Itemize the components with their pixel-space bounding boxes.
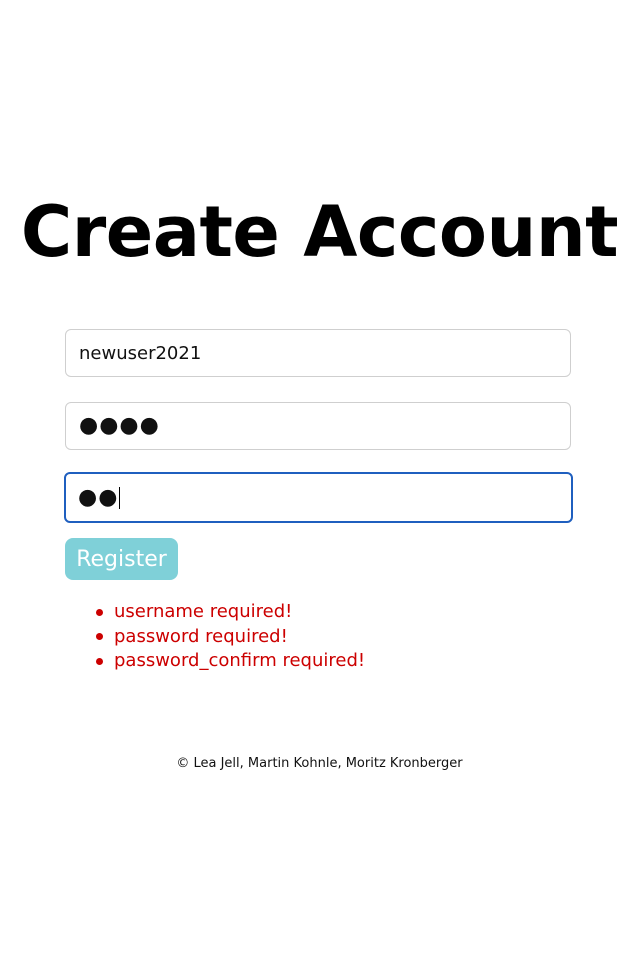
footer-credits: © Lea Jell, Martin Kohnle, Moritz Kronbe… (176, 756, 463, 771)
password-mask: ●●●● (79, 413, 160, 438)
bullet-icon (96, 608, 103, 616)
error-text: password required! (114, 625, 288, 647)
error-list: username required! password required! pa… (96, 600, 365, 674)
password-confirm-mask: ●● (78, 484, 119, 510)
error-text: username required! (114, 601, 293, 622)
error-item: password required! (96, 625, 365, 650)
error-item: password_confirm required! (96, 649, 365, 674)
username-value: newuser2021 (79, 342, 202, 364)
error-item: username required! (96, 600, 365, 625)
error-text: password_confirm required! (114, 650, 366, 671)
password-field[interactable]: ●●●● (65, 402, 571, 450)
username-field[interactable]: newuser2021 (65, 329, 571, 377)
bullet-icon (96, 657, 103, 665)
password-confirm-field[interactable]: ●● (64, 472, 573, 523)
register-button[interactable]: Register (65, 538, 178, 580)
page-title: Create Account (20, 191, 619, 273)
text-caret (119, 486, 121, 509)
bullet-icon (96, 633, 103, 641)
